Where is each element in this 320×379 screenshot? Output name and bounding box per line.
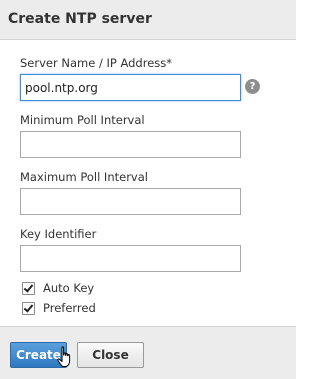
max-poll-interval-input[interactable] xyxy=(20,188,241,215)
auto-key-label[interactable]: Auto Key xyxy=(43,281,94,295)
hand-pointer-icon xyxy=(57,346,71,367)
server-name-label: Server Name / IP Address* xyxy=(20,56,173,70)
min-poll-interval-label: Minimum Poll Interval xyxy=(20,113,145,127)
server-name-input[interactable] xyxy=(20,74,241,101)
help-icon[interactable]: ? xyxy=(245,79,260,94)
dialog-title: Create NTP server xyxy=(8,11,152,27)
close-button[interactable]: Close xyxy=(77,342,144,368)
preferred-label[interactable]: Preferred xyxy=(43,301,96,315)
key-identifier-input[interactable] xyxy=(20,245,241,272)
preferred-checkbox[interactable] xyxy=(22,302,35,315)
dialog-body: Server Name / IP Address* ? Minimum Poll… xyxy=(0,41,296,326)
create-ntp-server-dialog: Create NTP server Server Name / IP Addre… xyxy=(0,0,296,379)
dialog-header: Create NTP server xyxy=(0,0,296,40)
max-poll-interval-label: Maximum Poll Interval xyxy=(20,170,148,184)
dialog-footer: Create Close xyxy=(0,326,296,379)
check-icon xyxy=(23,302,34,313)
check-icon xyxy=(23,282,34,293)
auto-key-checkbox[interactable] xyxy=(22,282,35,295)
min-poll-interval-input[interactable] xyxy=(20,131,241,158)
key-identifier-label: Key Identifier xyxy=(20,227,97,241)
